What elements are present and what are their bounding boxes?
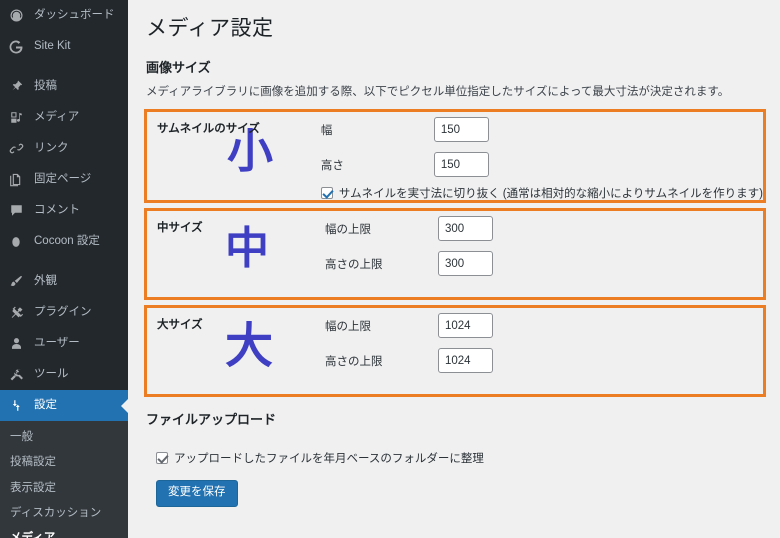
sidebar-item-posts[interactable]: 投稿	[0, 71, 128, 102]
save-changes-button[interactable]: 変更を保存	[156, 480, 238, 508]
comments-icon	[9, 203, 28, 218]
settings-submenu: 一般 投稿設定 表示設定 ディスカッション メディア パーマリンク プライバシー	[0, 421, 128, 538]
sidebar-separator-2	[0, 257, 128, 266]
plugins-icon	[9, 305, 28, 320]
medium-height-row: 高さの上限	[325, 246, 763, 281]
admin-sidebar: ダッシュボード Site Kit 投稿 メディア リンク 固定ページ コメント …	[0, 0, 128, 538]
sidebar-item-label: ツール	[34, 367, 69, 380]
sidebar-item-dashboard[interactable]: ダッシュボード	[0, 0, 128, 31]
medium-size-row: 中サイズ 幅の上限 高さの上限	[147, 211, 763, 281]
pages-icon	[9, 172, 28, 187]
appearance-brush-icon	[9, 274, 28, 289]
sidebar-item-label: 設定	[34, 398, 57, 411]
sidebar-item-label: Site Kit	[34, 39, 71, 52]
large-height-input[interactable]	[438, 348, 493, 374]
submenu-item-media[interactable]: メディア	[0, 526, 128, 538]
thumbnail-crop-label: サムネイルを実寸法に切り抜く (通常は相対的な縮小によりサムネイルを作ります)	[338, 188, 763, 201]
sidebar-item-media[interactable]: メディア	[0, 102, 128, 133]
medium-height-input[interactable]	[438, 251, 493, 277]
sidebar-item-appearance[interactable]: 外観	[0, 266, 128, 297]
sidebar-item-label: メディア	[34, 110, 80, 123]
medium-width-input[interactable]	[438, 216, 493, 242]
settings-sliders-icon	[9, 398, 28, 413]
large-width-input[interactable]	[438, 313, 493, 339]
image-sizes-description: メディアライブラリに画像を追加する際、以下でピクセル単位指定したサイズによって最…	[146, 86, 730, 99]
sidebar-item-label: ダッシュボード	[34, 8, 115, 21]
medium-width-label: 幅の上限	[325, 223, 371, 236]
main-content: メディア設定 画像サイズ メディアライブラリに画像を追加する際、以下でピクセル単…	[128, 0, 780, 538]
submenu-item-discussion[interactable]: ディスカッション	[0, 501, 128, 526]
tools-wrench-icon	[9, 367, 28, 382]
thumbnail-size-highlight-box: 小 サムネイルのサイズ 幅 高さ	[144, 109, 766, 204]
large-height-row: 高さの上限	[325, 343, 763, 378]
medium-size-highlight-box: 中 中サイズ 幅の上限 高さの上限	[144, 208, 766, 301]
submenu-item-reading[interactable]: 表示設定	[0, 476, 128, 501]
thumbnail-size-label: サムネイルのサイズ	[157, 123, 260, 136]
sidebar-item-label: コメント	[34, 203, 80, 216]
wordpress-admin-screen: ダッシュボード Site Kit 投稿 メディア リンク 固定ページ コメント …	[0, 0, 780, 538]
thumbnail-crop-checkbox[interactable]	[320, 187, 333, 200]
medium-height-label: 高さの上限	[325, 258, 383, 271]
sidebar-item-users[interactable]: ユーザー	[0, 328, 128, 359]
large-size-label: 大サイズ	[157, 319, 203, 332]
posts-pin-icon	[9, 79, 28, 94]
organize-uploads-checkbox[interactable]	[156, 452, 168, 465]
sidebar-item-plugins[interactable]: プラグイン	[0, 297, 128, 328]
thumbnail-height-row: 高さ	[321, 147, 763, 182]
sidebar-item-label: Cocoon 設定	[34, 234, 100, 247]
sidebar-item-links[interactable]: リンク	[0, 133, 128, 164]
large-size-row: 大サイズ 幅の上限 高さの上限	[147, 308, 763, 378]
dashboard-icon	[9, 8, 28, 23]
submenu-item-writing[interactable]: 投稿設定	[0, 450, 128, 475]
sidebar-item-label: 固定ページ	[34, 172, 92, 185]
thumbnail-height-input[interactable]	[433, 152, 489, 178]
users-icon	[9, 336, 28, 351]
sidebar-item-settings[interactable]: 設定	[0, 390, 128, 421]
sidebar-item-label: 投稿	[34, 79, 57, 92]
large-width-row: 幅の上限	[325, 308, 763, 343]
link-icon	[9, 141, 28, 156]
cocoon-icon	[9, 235, 28, 249]
sidebar-item-pages[interactable]: 固定ページ	[0, 164, 128, 195]
sidebar-item-label: 外観	[34, 274, 57, 287]
sidebar-item-cocoon-settings[interactable]: Cocoon 設定	[0, 226, 128, 257]
sidebar-separator-1	[0, 62, 128, 71]
sidebar-item-tools[interactable]: ツール	[0, 359, 128, 390]
thumbnail-height-label: 高さ	[320, 159, 344, 172]
large-width-label: 幅の上限	[325, 320, 371, 333]
organize-uploads-label: アップロードしたファイルを年月ベースのフォルダーに整理	[174, 453, 484, 466]
thumbnail-width-input[interactable]	[433, 117, 489, 143]
submenu-item-general[interactable]: 一般	[0, 425, 128, 450]
large-size-highlight-box: 大 大サイズ 幅の上限 高さの上限	[144, 305, 766, 398]
thumbnail-size-row: サムネイルのサイズ 幅 高さ サムネイルを実寸法に切り抜く (通常は相対的	[147, 112, 763, 204]
organize-uploads-row: アップロードしたファイルを年月ベースのフォルダーに整理	[156, 450, 766, 466]
large-height-label: 高さの上限	[325, 355, 383, 368]
sidebar-item-label: リンク	[34, 141, 69, 154]
sidebar-item-label: ユーザー	[34, 336, 80, 349]
thumbnail-width-label: 幅	[320, 124, 333, 137]
thumbnail-width-row: 幅	[321, 112, 763, 147]
sidebar-item-comments[interactable]: コメント	[0, 195, 128, 226]
page-title: メディア設定	[146, 17, 274, 40]
thumbnail-crop-row: サムネイルを実寸法に切り抜く (通常は相対的な縮小によりサムネイルを作ります)	[320, 182, 763, 204]
sidebar-item-site-kit[interactable]: Site Kit	[0, 31, 128, 62]
medium-size-label: 中サイズ	[157, 222, 203, 235]
site-kit-icon	[9, 40, 28, 54]
file-upload-heading: ファイルアップロード	[146, 412, 277, 428]
sidebar-item-label: プラグイン	[34, 305, 92, 318]
media-icon	[9, 110, 28, 125]
image-sizes-heading: 画像サイズ	[146, 60, 211, 76]
medium-width-row: 幅の上限	[325, 211, 763, 246]
